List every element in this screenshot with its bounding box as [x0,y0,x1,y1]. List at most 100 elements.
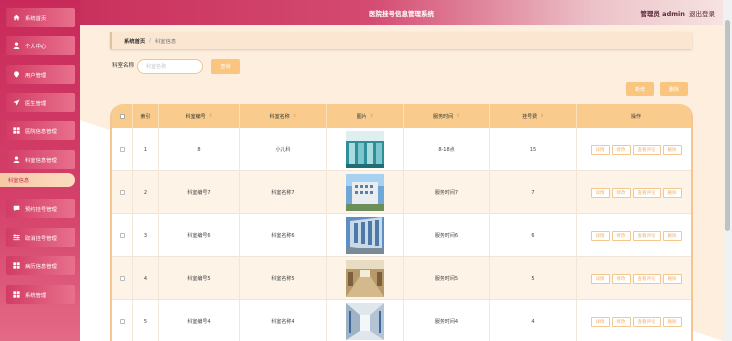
scrollbar-thumb[interactable] [725,20,730,231]
row-checkbox[interactable] [119,319,125,324]
logout-link[interactable]: 退出登录 [689,10,715,18]
app-title: 医院挂号信息管理系统 [369,9,434,18]
view-comments-button[interactable]: 查看评论 [632,230,661,241]
row-select [112,257,133,300]
view-comments-button[interactable]: 查看评论 [632,187,661,198]
home-icon [13,14,20,21]
header-select-all [112,104,133,128]
sidebar-item-label: 用户管理 [25,72,47,79]
sidebar-item-label: 科室信息管理 [25,157,57,164]
sidebar-item-system[interactable]: 系统管理 [6,285,75,304]
row-checkbox[interactable] [119,276,125,281]
row-select [112,128,133,171]
grid-icon [13,127,20,134]
sidebar-item-label: 医生管理 [25,100,47,107]
department-photo[interactable] [346,217,384,254]
edit-button[interactable]: 修改 [611,273,631,284]
cell-image [327,214,404,257]
row-checkbox[interactable] [119,233,125,238]
sidebar-item-appointments[interactable]: 预约挂号管理 [6,199,75,218]
cell-image [327,300,404,341]
sidebar-item-label: 个人中心 [25,43,47,50]
cell-code: 科室编号6 [159,214,240,257]
department-photo[interactable] [346,260,384,297]
header-fee[interactable]: 挂号费 ⇕ [490,104,577,128]
main-content: 系统首页 / 科室信息 科室名称 查询 新增 删除 索引 科室编号⇕ 科室名称⇕… [80,25,723,341]
edit-button[interactable]: 修改 [611,316,631,327]
row-checkbox[interactable] [119,190,125,195]
sidebar-item-home[interactable]: 系统首页 [6,8,75,27]
edit-button[interactable]: 修改 [611,230,631,241]
table-row: 4 科室编号5 科室名称5 服务时间5 5 详情 修改 查看评论 删除 [112,257,691,300]
row-delete-button[interactable]: 删除 [662,230,682,241]
row-select [112,300,133,341]
cell-time: 服务时间7 [404,171,490,214]
sidebar-item-personal[interactable]: 个人中心 [6,36,75,55]
sort-icon[interactable]: ⇕ [370,114,374,119]
breadcrumb: 系统首页 / 科室信息 [110,32,692,49]
breadcrumb-current: 科室信息 [155,38,177,45]
detail-button[interactable]: 详情 [590,273,610,284]
cell-time: 8-18点 [404,128,490,171]
department-photo[interactable] [346,174,384,211]
search-button[interactable]: 查询 [211,59,240,74]
row-delete-button[interactable]: 删除 [662,273,682,284]
delete-button[interactable]: 删除 [660,82,688,96]
sidebar-item-hospital[interactable]: 医院信息管理 [6,121,75,140]
sidebar-item-cancellations[interactable]: 取消挂号管理 [6,228,75,247]
row-delete-button[interactable]: 删除 [662,316,682,327]
grid-icon [13,262,20,269]
department-photo[interactable] [346,131,384,168]
search-input[interactable] [137,59,203,74]
view-comments-button[interactable]: 查看评论 [632,316,661,327]
department-photo[interactable] [346,303,384,340]
row-delete-button[interactable]: 删除 [662,187,682,198]
header-name[interactable]: 科室名称 ⇕ [240,104,327,128]
sidebar-subitem-department-info[interactable]: 科室信息 [0,173,75,187]
header-label: 挂号费 [522,113,538,120]
sidebar-item-label: 取消挂号管理 [25,235,57,242]
sidebar-item-label: 系统管理 [25,292,47,299]
sidebar-item-label: 系统首页 [25,15,47,22]
sort-icon[interactable]: ⇕ [456,114,460,119]
sidebar-item-users[interactable]: 用户管理 [6,65,75,84]
cell-name: 科室名称7 [240,171,327,214]
sidebar-item-doctors[interactable]: 医生管理 [6,93,75,112]
header-time[interactable]: 服务时间 ⇕ [404,104,490,128]
sidebar: 系统首页 个人中心 用户管理 医生管理 医院信息管理 科室信息管理 科室信息 预… [0,0,80,341]
detail-button[interactable]: 详情 [590,316,610,327]
detail-button[interactable]: 详情 [590,230,610,241]
edit-button[interactable]: 修改 [611,187,631,198]
sidebar-item-department[interactable]: 科室信息管理 [6,150,75,169]
cell-name: 科室名称5 [240,257,327,300]
cell-fee: 7 [490,171,577,214]
row-delete-button[interactable]: 删除 [662,144,682,155]
detail-button[interactable]: 详情 [590,187,610,198]
cell-index: 5 [133,300,159,341]
sidebar-item-records[interactable]: 病历信息管理 [6,256,75,275]
cell-time: 服务时间5 [404,257,490,300]
header-code[interactable]: 科室编号 ⇕ [159,104,240,128]
cell-index: 4 [133,257,159,300]
sort-icon[interactable]: ⇕ [540,114,544,119]
table-row: 3 科室编号6 科室名称6 服务时间6 6 详情 修改 查看评论 删除 [112,214,691,257]
edit-button[interactable]: 修改 [611,144,631,155]
send-icon [13,99,20,106]
cell-ops: 详情 修改 查看评论 删除 [577,300,691,341]
table-row: 1 8 小儿科 8-18点 15 详情 修改 查看评论 删除 [112,128,691,171]
header-image[interactable]: 图片 ⇕ [327,104,404,128]
cell-name: 小儿科 [240,128,327,171]
detail-button[interactable]: 详情 [590,144,610,155]
row-checkbox[interactable] [119,147,125,152]
select-all-checkbox[interactable] [119,113,125,119]
cell-index: 1 [133,128,159,171]
cell-image [327,257,404,300]
sort-icon[interactable]: ⇕ [293,114,297,119]
add-button[interactable]: 新增 [626,82,654,96]
sort-icon[interactable]: ⇕ [209,114,213,119]
view-comments-button[interactable]: 查看评论 [632,273,661,284]
data-table: 索引 科室编号 ⇕ 科室名称 ⇕ 图片 ⇕ 服务时间 ⇕ 挂号费 ⇕ 操作 1 8 小儿科… [110,104,693,341]
cell-index: 2 [133,171,159,214]
view-comments-button[interactable]: 查看评论 [632,144,661,155]
breadcrumb-home[interactable]: 系统首页 [124,37,145,45]
